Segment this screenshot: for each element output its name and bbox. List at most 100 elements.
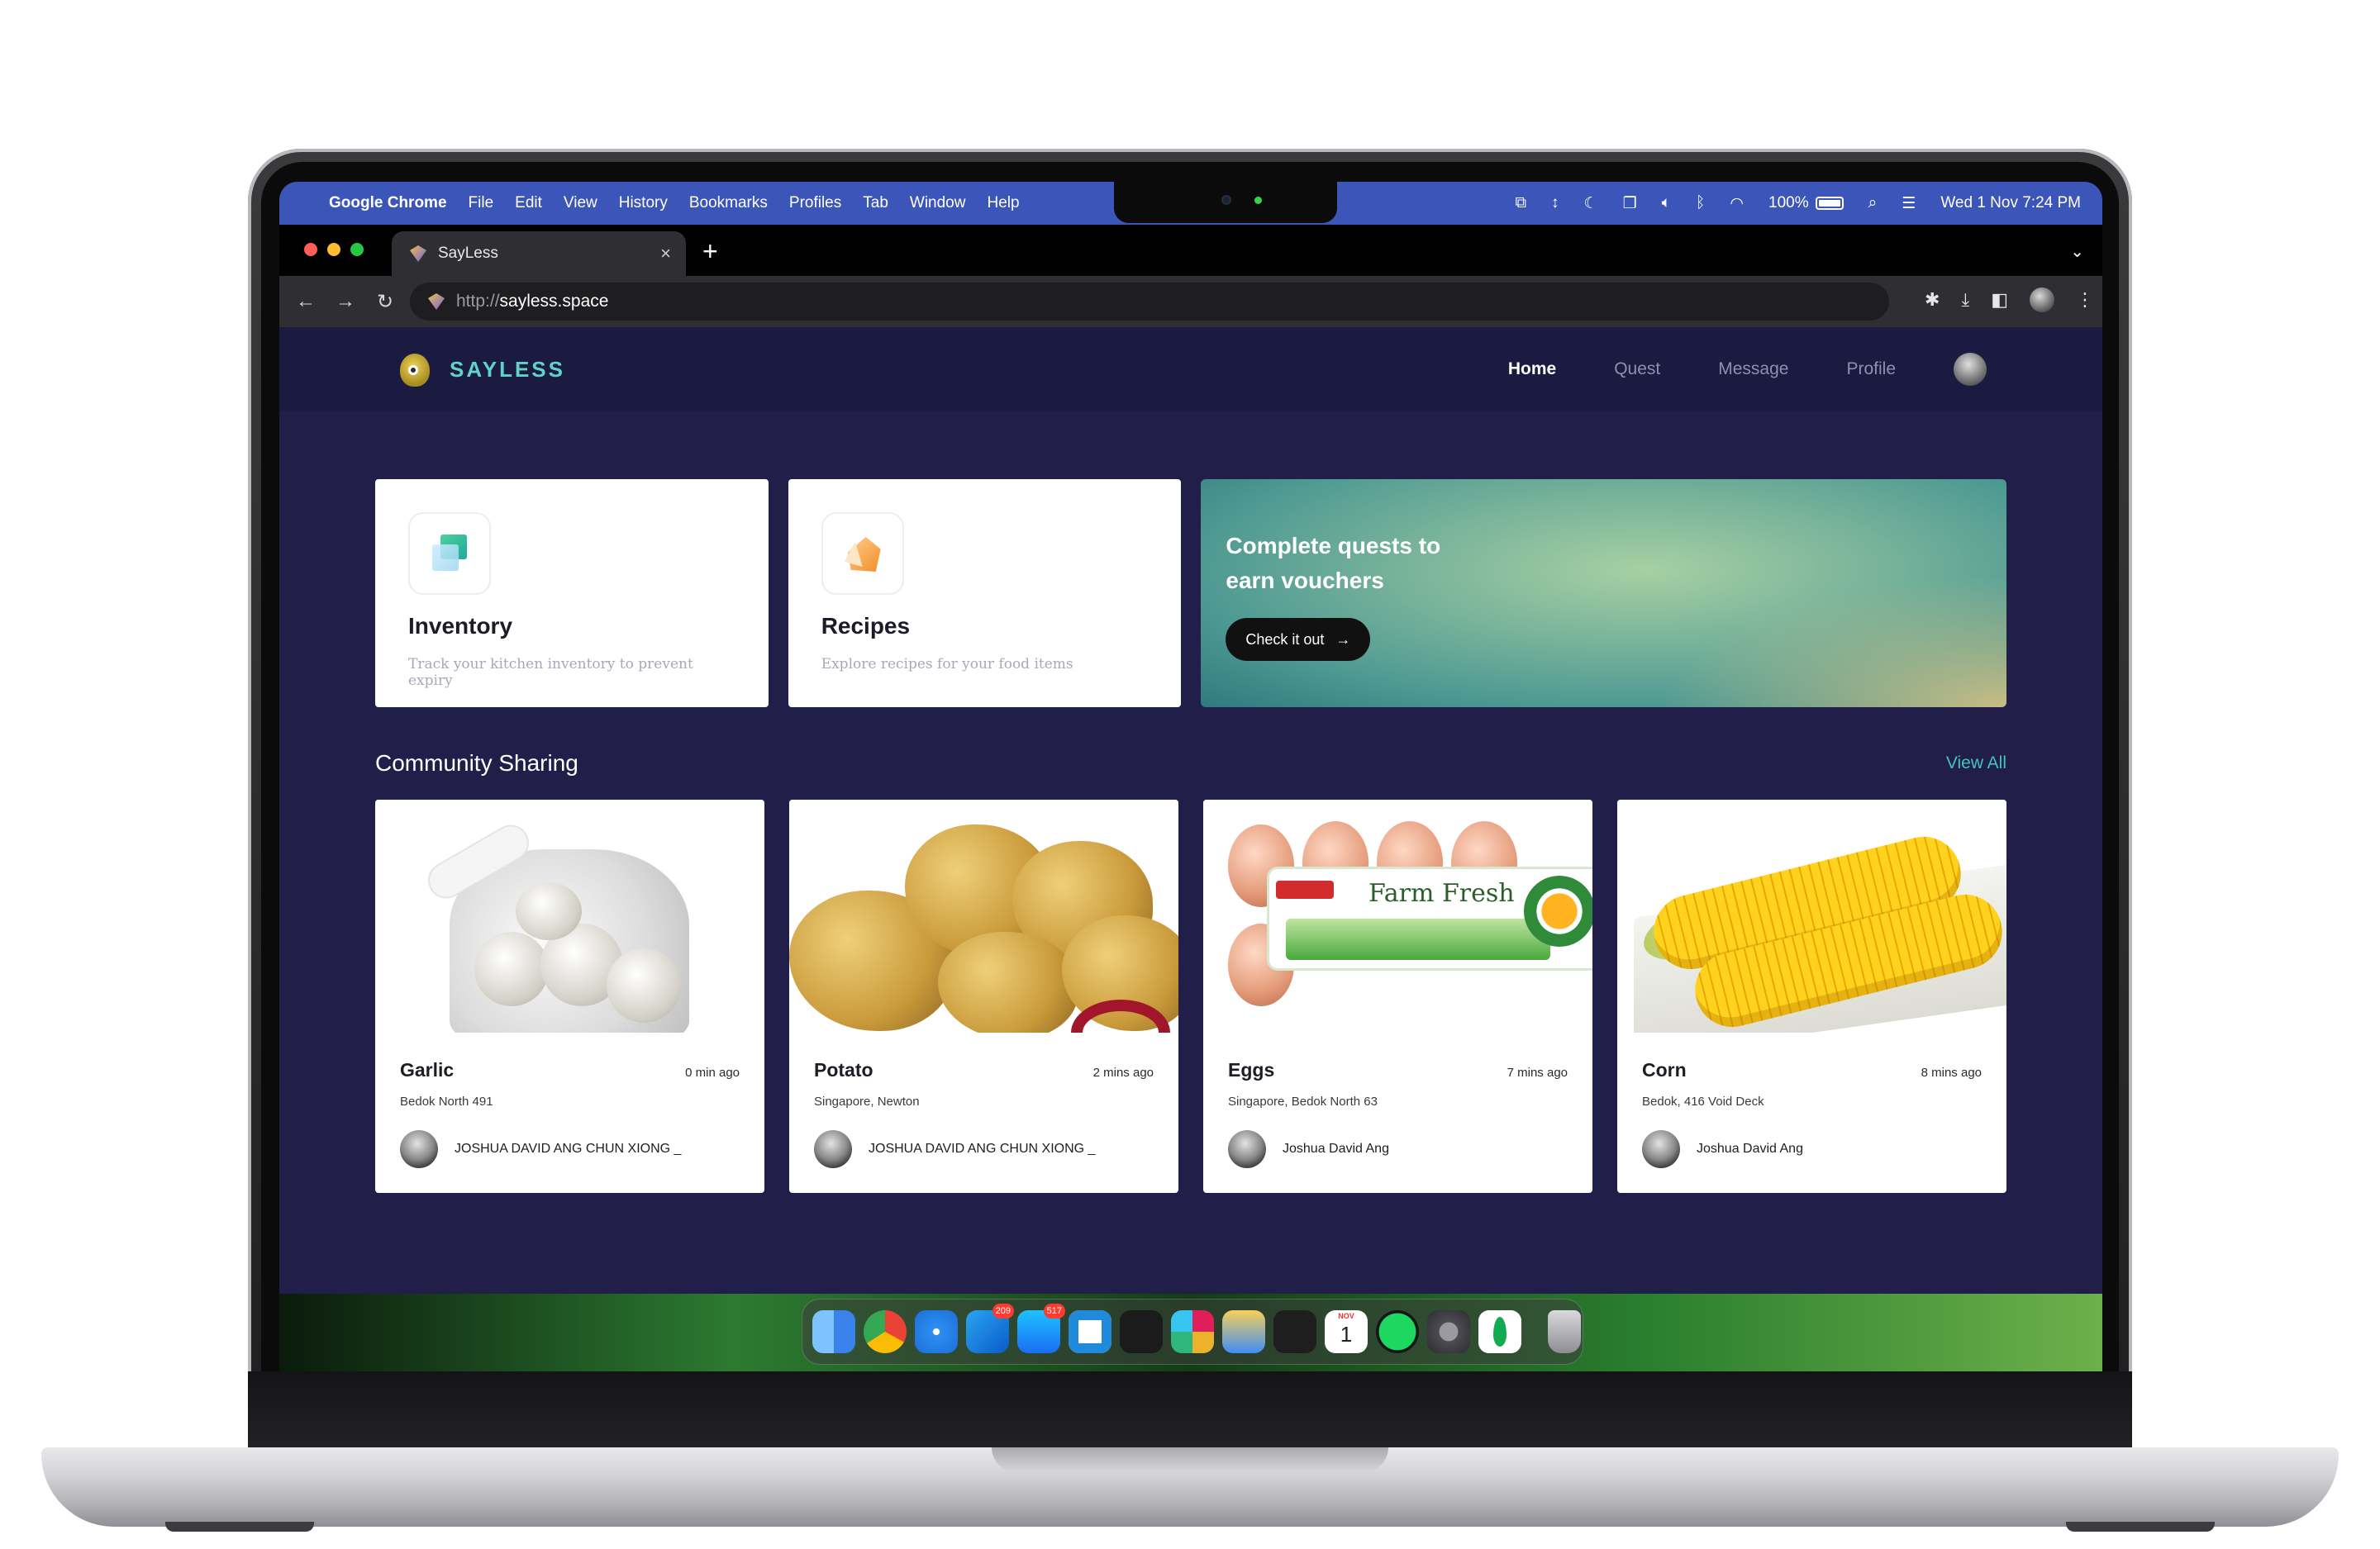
item-user: JOSHUA DAVID ANG CHUN XIONG _	[869, 1142, 1096, 1156]
layers-icon[interactable]: ⧉	[1515, 194, 1526, 212]
sayless-favicon-icon	[410, 245, 426, 262]
avatar	[814, 1130, 852, 1168]
battery-icon	[1815, 197, 1844, 210]
menu-app-name[interactable]: Google Chrome	[329, 194, 447, 212]
wifi-icon[interactable]: ◠	[1730, 194, 1744, 213]
inventory-card[interactable]: Inventory Track your kitchen inventory t…	[375, 479, 769, 707]
search-icon[interactable]: ⌕	[1868, 194, 1878, 212]
nav-quest[interactable]: Quest	[1614, 359, 1660, 379]
recipes-icon	[821, 512, 904, 595]
recipes-subtitle: Explore recipes for your food items	[821, 656, 1073, 672]
community-list: Garlic 0 min ago Bedok North 491 JOSHUA …	[375, 800, 2006, 1193]
menu-tab[interactable]: Tab	[863, 194, 888, 212]
outlook-icon[interactable]: 209	[966, 1304, 1014, 1353]
volume-icon[interactable]: 🔈︎	[1662, 194, 1671, 212]
item-time: 0 min ago	[685, 1066, 740, 1080]
outlook-badge: 209	[992, 1304, 1014, 1319]
desktop-wallpaper: 209 517 NOV 1	[279, 1294, 2102, 1371]
potato-image	[789, 800, 1178, 1033]
system-settings-icon[interactable]	[1427, 1310, 1470, 1353]
arrows-icon[interactable]: ↕	[1551, 194, 1559, 212]
arrow-right-icon: →	[1335, 630, 1351, 648]
laptop-frame: Google Chrome File Edit View History Boo…	[0, 0, 2380, 1549]
app-store-icon[interactable]: 517	[1017, 1304, 1065, 1353]
profile-avatar[interactable]	[2030, 287, 2054, 312]
menu-history[interactable]: History	[619, 194, 668, 212]
calendar-day: 1	[1340, 1322, 1353, 1347]
new-tab-button[interactable]: +	[702, 236, 718, 267]
download-icon[interactable]: ⤓	[1961, 289, 1969, 311]
menu-clock[interactable]: Wed 1 Nov 7:24 PM	[1940, 194, 2081, 212]
share-card-eggs[interactable]: Farm Fresh Eggs 7 mins ago Singapore, Be…	[1203, 800, 1592, 1193]
item-time: 2 mins ago	[1092, 1066, 1154, 1080]
inventory-icon	[408, 512, 491, 595]
item-time: 8 mins ago	[1921, 1066, 1982, 1080]
vscode-icon[interactable]	[1069, 1310, 1111, 1353]
maximize-window-button[interactable]	[350, 243, 364, 256]
trash-icon[interactable]	[1548, 1310, 1581, 1353]
check-it-out-button[interactable]: Check it out →	[1226, 618, 1371, 661]
more-menu-icon[interactable]: ⋮	[2076, 289, 2094, 311]
menu-edit[interactable]: Edit	[515, 194, 542, 212]
view-all-link[interactable]: View All	[1946, 753, 2006, 773]
camera-icon	[1221, 195, 1231, 205]
calendar-icon[interactable]: NOV 1	[1325, 1310, 1368, 1353]
menu-view[interactable]: View	[564, 194, 597, 212]
item-name: Potato	[814, 1059, 873, 1081]
menu-window[interactable]: Window	[910, 194, 966, 212]
moon-icon[interactable]: ☾	[1584, 194, 1598, 213]
close-window-button[interactable]	[304, 243, 317, 256]
share-card-potato[interactable]: Potato 2 mins ago Singapore, Newton JOSH…	[789, 800, 1178, 1193]
item-location: Singapore, Bedok North 63	[1228, 1095, 1378, 1109]
recipes-card[interactable]: Recipes Explore recipes for your food it…	[788, 479, 1182, 707]
chrome-icon[interactable]	[864, 1310, 907, 1353]
quest-banner-title: Complete quests to earn vouchers	[1226, 533, 1441, 593]
bluetooth-icon[interactable]: ᛒ	[1696, 194, 1705, 212]
recipes-title: Recipes	[821, 613, 911, 639]
minimize-window-button[interactable]	[327, 243, 340, 256]
side-panel-icon[interactable]: ◧	[1991, 289, 2008, 311]
nav-home[interactable]: Home	[1508, 359, 1556, 379]
menu-file[interactable]: File	[469, 194, 494, 212]
back-button[interactable]: ←	[286, 290, 326, 313]
spotify-icon[interactable]	[1376, 1310, 1419, 1353]
nav-profile[interactable]: Profile	[1846, 359, 1896, 379]
share-card-garlic[interactable]: Garlic 0 min ago Bedok North 491 JOSHUA …	[375, 800, 764, 1193]
figma-icon[interactable]	[1273, 1310, 1316, 1353]
share-card-corn[interactable]: Corn 8 mins ago Bedok, 416 Void Deck Jos…	[1617, 800, 2006, 1193]
menu-bookmarks[interactable]: Bookmarks	[689, 194, 768, 212]
terminal-icon[interactable]	[1120, 1310, 1163, 1353]
chrome-tab-bar: SayLess × + ⌄	[279, 225, 2102, 276]
hinge	[248, 1371, 2132, 1454]
menu-profiles[interactable]: Profiles	[789, 194, 841, 212]
app-header: SAYLESS Home Quest Message Profile	[279, 327, 2102, 411]
mongodb-icon[interactable]	[1478, 1310, 1521, 1353]
battery-status[interactable]: 100%	[1768, 194, 1844, 212]
sayless-logo-icon[interactable]	[395, 349, 433, 390]
item-user: JOSHUA DAVID ANG CHUN XIONG _	[455, 1142, 682, 1156]
finder-icon[interactable]	[812, 1310, 855, 1353]
item-location: Bedok North 491	[400, 1095, 493, 1109]
preview-icon[interactable]	[1222, 1310, 1265, 1353]
address-bar[interactable]: http:// sayless.space	[410, 283, 1889, 321]
user-avatar[interactable]	[1954, 353, 1987, 386]
close-tab-icon[interactable]: ×	[660, 243, 671, 264]
nav-message[interactable]: Message	[1718, 359, 1788, 379]
dock: 209 517 NOV 1	[802, 1299, 1583, 1365]
screen-mirror-icon[interactable]: ❐	[1623, 194, 1637, 213]
url-scheme: http://	[456, 292, 500, 311]
reload-button[interactable]: ↻	[365, 290, 405, 314]
control-center-icon[interactable]: ☰	[1902, 194, 1916, 213]
site-favicon-icon	[428, 293, 445, 310]
avatar	[1642, 1130, 1680, 1168]
brand-name[interactable]: SAYLESS	[450, 357, 565, 382]
forward-button[interactable]: →	[326, 290, 365, 313]
safari-icon[interactable]	[915, 1310, 958, 1353]
tab-search-chevron-icon[interactable]: ⌄	[2070, 241, 2084, 262]
menu-help[interactable]: Help	[987, 194, 1019, 212]
slack-icon[interactable]	[1171, 1310, 1214, 1353]
garlic-image	[375, 800, 764, 1033]
feature-row: Inventory Track your kitchen inventory t…	[375, 479, 2007, 707]
extensions-icon[interactable]: ✱	[1925, 289, 1940, 311]
browser-tab[interactable]: SayLess ×	[392, 231, 686, 276]
